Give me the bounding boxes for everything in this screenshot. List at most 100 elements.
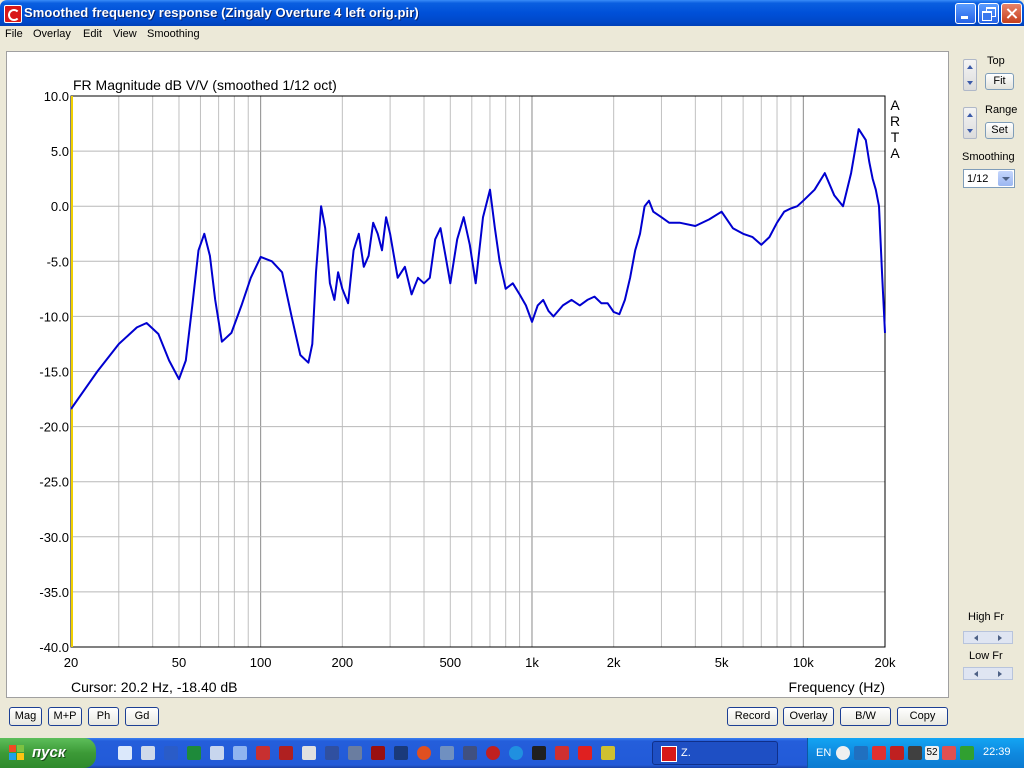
quicklaunch-book-icon[interactable] <box>371 746 385 760</box>
menu-bar: File Overlay Edit View Smoothing <box>0 26 1024 44</box>
language-indicator[interactable]: EN <box>816 747 831 759</box>
high-fr-label: High Fr <box>968 611 1005 623</box>
quicklaunch-excel-icon[interactable] <box>187 746 201 760</box>
tray-antivirus-icon[interactable] <box>872 746 886 760</box>
tray-network-icon[interactable] <box>854 746 868 760</box>
low-fr-label: Low Fr <box>969 650 1003 662</box>
quicklaunch-desktop-icon[interactable] <box>141 746 155 760</box>
y-tick-label: -15.0 <box>39 365 69 380</box>
quicklaunch-photoshop-icon[interactable] <box>394 746 408 760</box>
tray-keyboard-icon[interactable] <box>890 746 904 760</box>
menu-view[interactable]: View <box>113 28 137 40</box>
y-tick-label: -30.0 <box>39 530 69 545</box>
y-tick-label: -40.0 <box>39 640 69 655</box>
x-tick-label: 500 <box>439 655 461 670</box>
frequency-response-chart[interactable]: 10.0 5.0 0.0 -5.0 -10.0 -15.0 -20.0 -25.0 -30.0 -… <box>7 52 948 697</box>
quicklaunch-tool-icon[interactable] <box>325 746 339 760</box>
window-title: Smoothed frequency response (Zingaly Ove… <box>24 5 419 20</box>
y-tick-label: -5.0 <box>47 254 69 269</box>
plot-panel[interactable]: 10.0 5.0 0.0 -5.0 -10.0 -15.0 -20.0 -25.0 -30.0 -… <box>6 51 949 698</box>
y-tick-label: 0.0 <box>51 199 69 214</box>
quicklaunch-cloud-icon[interactable] <box>210 746 224 760</box>
quicklaunch-x-icon[interactable] <box>578 746 592 760</box>
close-button[interactable] <box>1001 3 1022 24</box>
taskbar-item-label: Z. <box>681 747 691 759</box>
x-tick-label: 100 <box>250 655 272 670</box>
bw-button[interactable]: B/W <box>840 707 891 726</box>
cursor-readout: Cursor: 20.2 Hz, -18.40 dB <box>71 679 238 695</box>
set-button[interactable]: Set <box>985 122 1014 139</box>
quicklaunch-app-icon[interactable] <box>256 746 270 760</box>
x-tick-label: 1k <box>525 655 539 670</box>
quicklaunch-notepad-icon[interactable] <box>302 746 316 760</box>
y-tick-label: 10.0 <box>44 89 69 104</box>
top-label: Top <box>987 55 1005 67</box>
group-delay-button[interactable]: Gd <box>125 707 159 726</box>
menu-overlay[interactable]: Overlay <box>33 28 71 40</box>
x-tick-label: 200 <box>331 655 353 670</box>
quicklaunch-audio-icon[interactable] <box>532 746 546 760</box>
watermark-letter: T <box>891 129 900 145</box>
top-spinner[interactable] <box>963 59 977 91</box>
tray-arrow-icon[interactable] <box>836 746 850 760</box>
arta-icon <box>661 746 677 762</box>
quicklaunch-word-icon[interactable] <box>164 746 178 760</box>
y-tick-label: -20.0 <box>39 420 69 435</box>
smoothing-label: Smoothing <box>962 151 1015 163</box>
mag-button[interactable]: Mag <box>9 707 42 726</box>
chart-title: FR Magnitude dB V/V (smoothed 1/12 oct) <box>73 77 337 93</box>
tray-monitor-icon[interactable] <box>908 746 922 760</box>
taskbar-item-arta[interactable]: Z. <box>652 741 778 765</box>
y-tick-label: 5.0 <box>51 144 69 159</box>
x-tick-label: 20k <box>875 655 896 670</box>
copy-button[interactable]: Copy <box>897 707 948 726</box>
minimize-button[interactable] <box>955 3 976 24</box>
start-button[interactable]: пуск <box>0 738 96 768</box>
watermark-letter: A <box>890 97 900 113</box>
app-icon[interactable] <box>4 5 22 23</box>
range-spinner[interactable] <box>963 107 977 139</box>
high-fr-scroller[interactable] <box>963 631 1013 644</box>
taskbar: пуск Z. EN 52 22:39 <box>0 738 1024 768</box>
quicklaunch-browser-icon[interactable] <box>509 746 523 760</box>
start-label: пуск <box>32 744 66 761</box>
phase-button[interactable]: Ph <box>88 707 119 726</box>
title-bar: Smoothed frequency response (Zingaly Ove… <box>0 0 1024 26</box>
quicklaunch-chip-icon[interactable] <box>601 746 615 760</box>
chevron-down-icon[interactable] <box>998 171 1013 186</box>
smoothing-select[interactable]: 1/12 <box>963 169 1015 188</box>
fit-button[interactable]: Fit <box>985 73 1014 90</box>
quicklaunch-ie-icon[interactable] <box>118 746 132 760</box>
tray-app-icon[interactable] <box>942 746 956 760</box>
quicklaunch-camera-icon[interactable] <box>348 746 362 760</box>
restore-button[interactable] <box>978 3 999 24</box>
y-tick-label: -10.0 <box>39 309 69 324</box>
quicklaunch-target-icon[interactable] <box>417 746 431 760</box>
quicklaunch-mail-icon[interactable] <box>233 746 247 760</box>
menu-file[interactable]: File <box>5 28 23 40</box>
x-tick-label: 20 <box>64 655 78 670</box>
menu-smoothing[interactable]: Smoothing <box>147 28 200 40</box>
overlay-button[interactable]: Overlay <box>783 707 834 726</box>
quicklaunch-shield-icon[interactable] <box>463 746 477 760</box>
x-tick-label: 50 <box>172 655 186 670</box>
clock: 22:39 <box>983 746 1011 758</box>
windows-logo-icon <box>9 745 25 761</box>
y-tick-label: -35.0 <box>39 585 69 600</box>
tray-counter[interactable]: 52 <box>925 746 939 760</box>
system-tray: EN 52 22:39 <box>807 738 1024 768</box>
fr-curve <box>70 128 886 410</box>
record-button[interactable]: Record <box>727 707 778 726</box>
smoothing-value: 1/12 <box>967 173 989 185</box>
low-fr-scroller[interactable] <box>963 667 1013 680</box>
tray-sound-icon[interactable] <box>960 746 974 760</box>
mag-phase-button[interactable]: M+P <box>48 707 82 726</box>
x-tick-label: 5k <box>715 655 729 670</box>
x-tick-label: 2k <box>607 655 621 670</box>
quicklaunch-red-icon[interactable] <box>486 746 500 760</box>
quicklaunch-arta-icon[interactable] <box>279 746 293 760</box>
quicklaunch-pen-icon[interactable] <box>440 746 454 760</box>
quicklaunch-sw-icon[interactable] <box>555 746 569 760</box>
menu-edit[interactable]: Edit <box>83 28 102 40</box>
watermark-letter: R <box>890 113 900 129</box>
